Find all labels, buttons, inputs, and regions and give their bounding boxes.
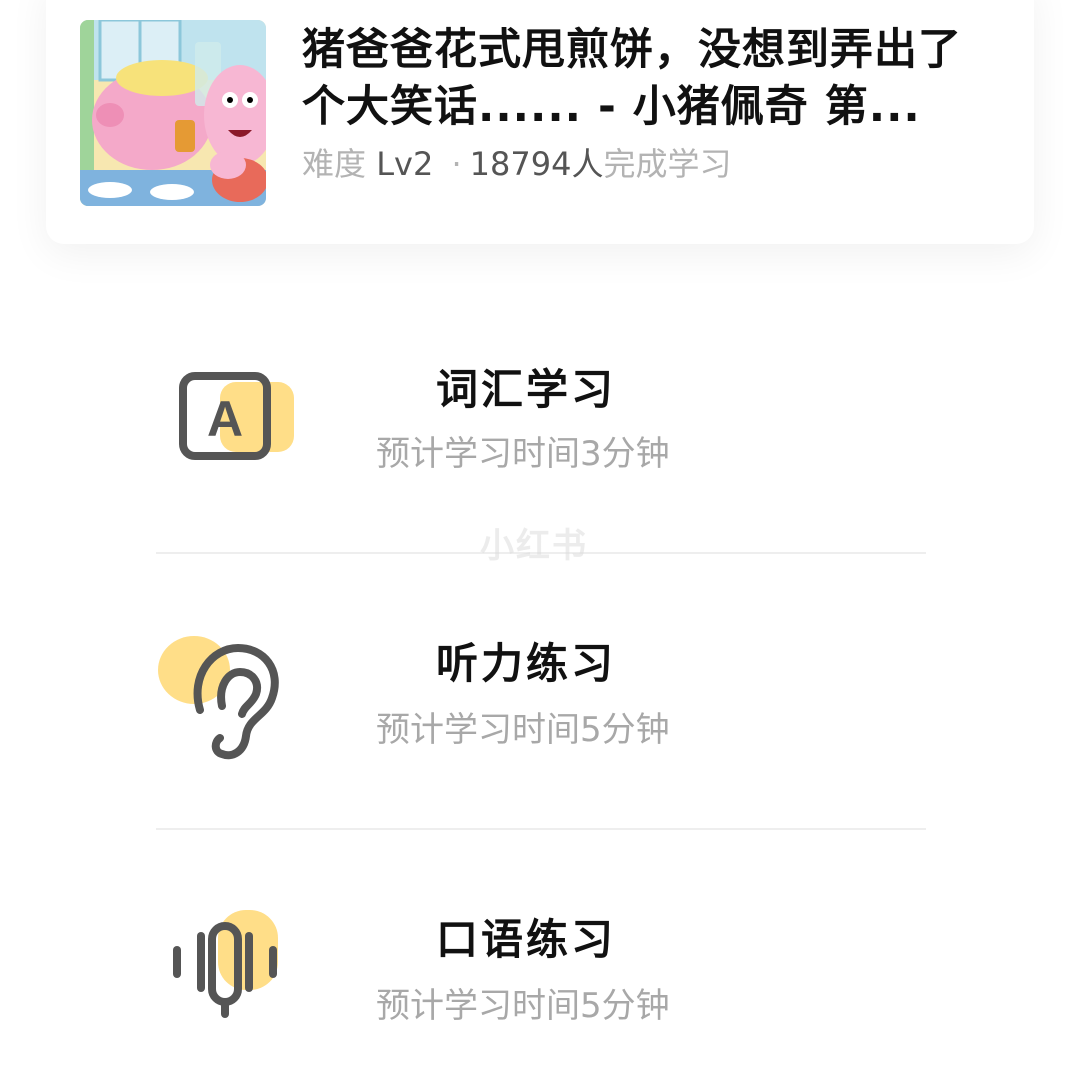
exercise-title: 听力练习 [435,639,616,688]
difficulty-label: 难度 [302,145,367,183]
exercise-row-vocabulary[interactable]: A 词汇学习 预计学习时间3分钟 [156,356,926,516]
lesson-thumbnail [80,20,266,206]
difficulty-value: Lv2 [376,145,434,183]
ear-icon [158,636,279,760]
exercise-subtitle: 预计学习时间5分钟 [376,710,670,750]
svg-text:A: A [207,391,243,447]
watermark: 小红书 [480,526,588,566]
exercise-subtitle: 预计学习时间3分钟 [376,434,670,474]
lesson-detail-page: 猪爸爸花式甩煎饼，没想到弄出了个大笑话...... - 小猪佩奇 第... 难度… [0,0,1080,1079]
lesson-card[interactable]: 猪爸爸花式甩煎饼，没想到弄出了个大笑话...... - 小猪佩奇 第... 难度… [46,0,1034,244]
exercise-row-speaking[interactable]: 口语练习 预计学习时间5分钟 [156,908,926,1068]
microphone-wave-icon [173,910,278,1018]
divider [156,828,926,830]
exercise-title: 词汇学习 [435,365,616,414]
exercise-title: 口语练习 [435,915,616,964]
vocabulary-a-icon: A [179,372,294,460]
learners-suffix: 完成学习 [603,145,732,183]
lesson-meta: 难度 Lv2 · 18794人完成学习 [302,144,731,184]
exercise-subtitle: 预计学习时间5分钟 [376,986,670,1026]
lesson-title: 猪爸爸花式甩煎饼，没想到弄出了个大笑话...... - 小猪佩奇 第... [302,25,962,132]
exercise-row-listening[interactable]: 听力练习 预计学习时间5分钟 [156,632,926,792]
learners-count: 18794人 [469,145,604,183]
meta-separator: · [451,145,462,183]
